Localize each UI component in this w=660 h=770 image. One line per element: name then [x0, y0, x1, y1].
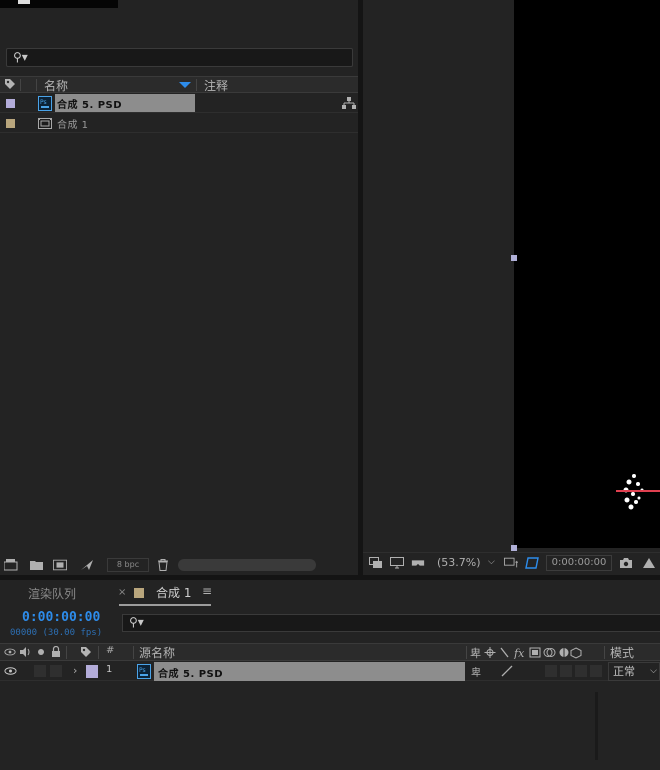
new-composition-icon[interactable] — [53, 559, 67, 571]
solo-toggle[interactable] — [34, 665, 46, 677]
timeline-search-input[interactable]: ⚲▾ — [122, 614, 660, 632]
bit-depth-button[interactable]: 8 bpc — [107, 558, 149, 572]
monitor-icon[interactable] — [390, 557, 404, 569]
blend-mode-select[interactable]: 正常 ⌵ — [608, 662, 660, 681]
lock-toggle[interactable] — [50, 665, 62, 677]
project-settings-icon[interactable] — [80, 559, 94, 571]
label-tag-icon[interactable] — [80, 646, 92, 658]
blend-mode-value: 正常 — [613, 665, 635, 678]
vr-goggles-icon[interactable] — [411, 557, 425, 569]
frame-count: 00000 (30.00 fps) — [10, 628, 103, 638]
project-column-header: 名称 注释 — [0, 76, 358, 93]
svg-text:fx: fx — [513, 647, 525, 659]
svg-text:Ps: Ps — [139, 667, 146, 674]
column-comment-label[interactable]: 注释 — [204, 77, 228, 94]
label-swatch[interactable] — [86, 665, 98, 678]
trash-icon[interactable] — [156, 559, 170, 571]
column-mode-label[interactable]: 模式 — [610, 644, 634, 661]
expand-chevron-icon[interactable]: › — [73, 664, 77, 677]
close-icon[interactable]: × — [118, 587, 126, 598]
search-icon: ⚲▾ — [129, 615, 144, 629]
layer-number: 1 — [106, 664, 113, 675]
timeline-layer-row[interactable]: › 1 Ps 合成 5. PSD 卑 正常 ⌵ — [0, 662, 660, 681]
label-tag-icon[interactable] — [4, 78, 16, 90]
lock-icon[interactable] — [50, 646, 62, 658]
shy-switch[interactable]: 卑 — [471, 664, 481, 679]
switch-box[interactable] — [575, 665, 587, 677]
sort-arrow-icon[interactable] — [179, 82, 191, 88]
composition-canvas[interactable] — [514, 0, 660, 548]
switch-box[interactable] — [545, 665, 557, 677]
eye-icon[interactable] — [4, 666, 17, 676]
psd-file-icon: Ps — [38, 96, 52, 111]
project-item-name: 合成 5. PSD — [57, 100, 123, 111]
timeline-column-header: # 源名称 卑 fx 模式 — [0, 643, 660, 661]
always-preview-icon[interactable] — [369, 557, 383, 569]
timeline-scrollbar[interactable] — [595, 692, 598, 760]
project-thumbnail — [0, 0, 118, 8]
project-search-input[interactable]: ⚲▾ — [6, 48, 353, 67]
particle-graphic — [616, 474, 660, 510]
psd-file-icon: Ps — [137, 664, 151, 679]
label-swatch[interactable] — [6, 119, 15, 128]
layer-source-name[interactable]: 合成 5. PSD — [158, 665, 223, 680]
camera-snapshot-icon[interactable] — [619, 557, 633, 569]
tab-composition[interactable]: 合成 1 — [156, 584, 191, 601]
project-item-name: 合成 1 — [57, 120, 89, 131]
flowchart-icon[interactable] — [342, 97, 356, 109]
composition-icon — [38, 118, 52, 129]
project-scrollbar[interactable] — [178, 559, 316, 571]
svg-text:卑: 卑 — [470, 646, 481, 659]
solo-icon[interactable] — [35, 646, 47, 658]
column-number-label[interactable]: # — [106, 645, 114, 656]
interpret-footage-icon[interactable] — [4, 559, 18, 571]
audio-icon[interactable] — [19, 646, 31, 658]
mask-path-icon[interactable] — [525, 557, 539, 569]
chevron-down-icon[interactable]: ⌵ — [488, 557, 495, 567]
project-item-row[interactable]: Ps 合成 5. PSD — [0, 94, 358, 113]
quality-switch-icon[interactable] — [500, 665, 514, 677]
comp-tab-swatch — [134, 588, 144, 598]
viewer-toolbar: (53.7%) ⌵ 0:00:00:00 — [363, 552, 660, 574]
switch-box[interactable] — [560, 665, 572, 677]
column-source-name-label[interactable]: 源名称 — [139, 644, 175, 661]
eye-icon[interactable] — [4, 646, 16, 658]
chevron-down-icon: ⌵ — [650, 666, 657, 676]
timeline-tab-bar: 渲染队列 × 合成 1 ≡ — [0, 580, 660, 606]
current-time-display[interactable]: 0:00:00:00 — [546, 555, 612, 571]
timeline-timecode[interactable]: 0:00:00:00 — [22, 610, 100, 625]
show-snapshot-icon[interactable] — [642, 557, 656, 569]
project-footer-toolbar: 8 bpc — [0, 557, 358, 575]
panel-menu-icon[interactable]: ≡ — [202, 584, 212, 598]
svg-text:Ps: Ps — [40, 99, 47, 106]
tab-render-queue[interactable]: 渲染队列 — [28, 585, 76, 602]
label-swatch[interactable] — [6, 99, 15, 108]
column-name-label[interactable]: 名称 — [44, 77, 68, 94]
layer-switches-header[interactable]: 卑 fx — [470, 646, 590, 659]
canvas-handle[interactable] — [511, 255, 517, 261]
active-tab-indicator — [119, 604, 211, 606]
switch-box[interactable] — [590, 665, 602, 677]
resolution-icon[interactable] — [504, 557, 518, 569]
zoom-level[interactable]: (53.7%) — [437, 556, 481, 569]
new-folder-icon[interactable] — [30, 559, 44, 571]
canvas-handle[interactable] — [511, 545, 517, 551]
search-icon: ⚲▾ — [13, 50, 28, 64]
project-item-row[interactable]: 合成 1 — [0, 114, 358, 133]
